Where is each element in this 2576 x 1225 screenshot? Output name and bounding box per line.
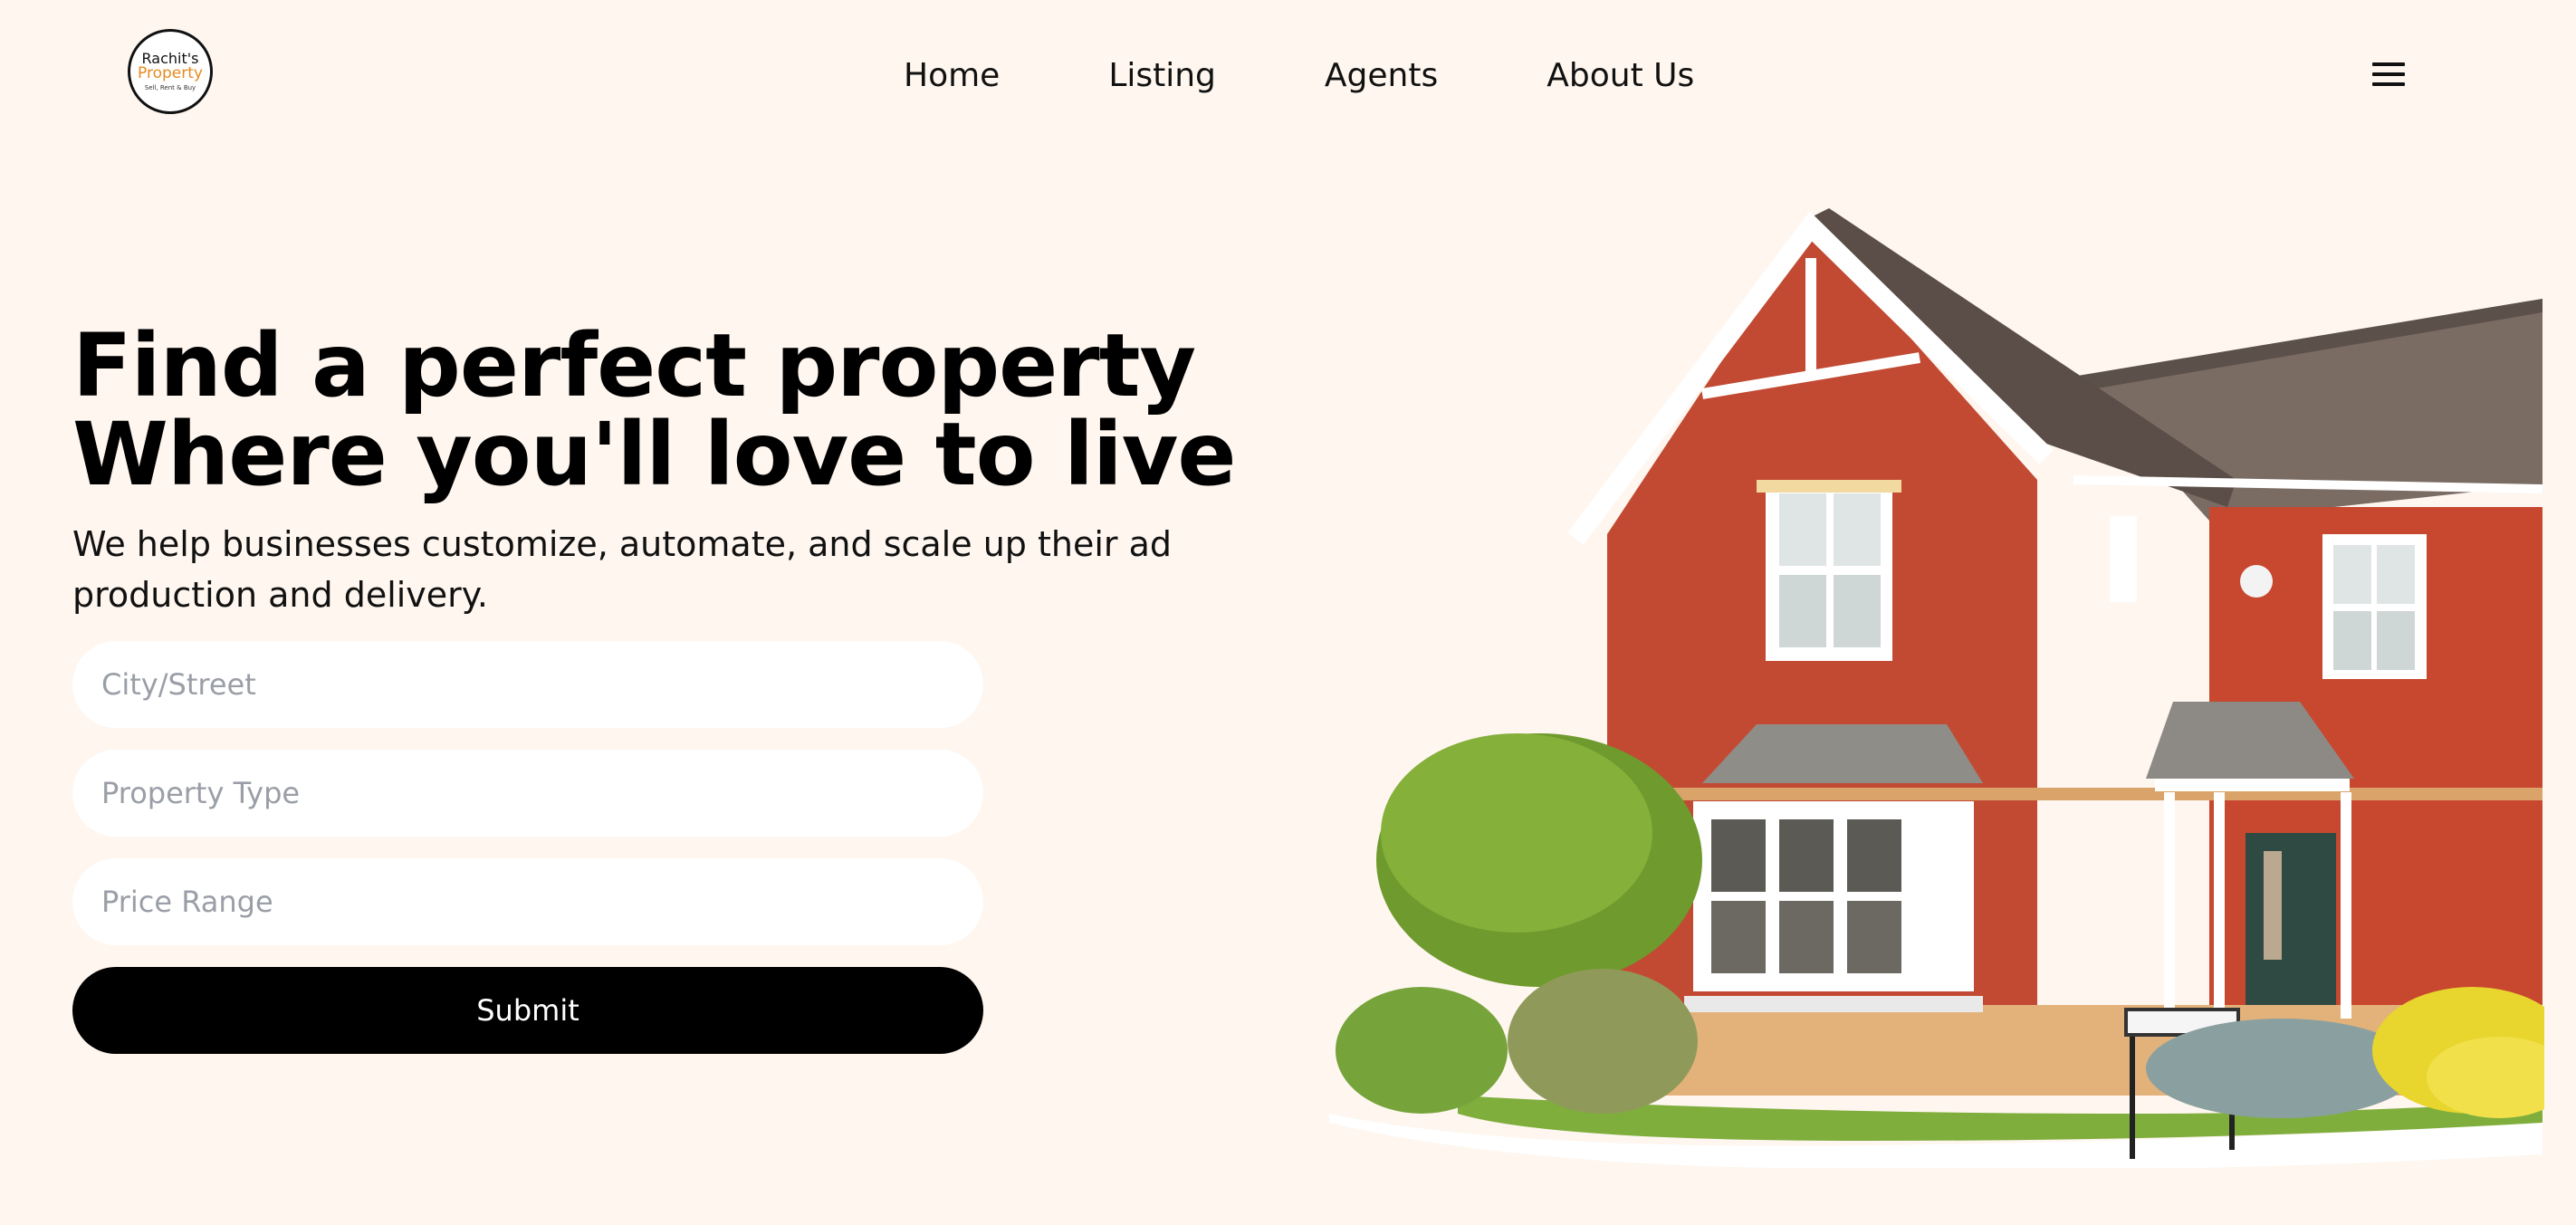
nav-agents[interactable]: Agents (1325, 53, 1438, 100)
house-image (1329, 208, 2544, 1168)
menu-bar (2372, 82, 2405, 86)
menu-bar (2372, 72, 2405, 76)
logo-brand: Property (138, 64, 203, 83)
hero-title: Find a perfect property Where you'll lov… (72, 321, 1236, 499)
hero-title-line2: Where you'll love to live (72, 404, 1236, 505)
nav-listing[interactable]: Listing (1108, 53, 1216, 100)
property-type-input[interactable] (72, 750, 983, 837)
logo-tagline: Sell, Rent & Buy (144, 84, 196, 92)
hero-title-line1: Find a perfect property (72, 315, 1196, 416)
main-nav: Home Listing Agents About Us (904, 53, 1694, 100)
submit-button[interactable]: Submit (72, 967, 983, 1054)
menu-bar (2372, 62, 2405, 66)
nav-home[interactable]: Home (904, 53, 1000, 100)
price-range-input[interactable] (72, 858, 983, 945)
hero-subtitle: We help businesses customize, automate, … (72, 524, 1173, 615)
city-street-input[interactable] (72, 641, 983, 728)
nav-about-us[interactable]: About Us (1547, 53, 1694, 100)
hamburger-menu-icon[interactable] (2372, 62, 2405, 86)
logo[interactable]: Rachit's Property Sell, Rent & Buy (128, 29, 213, 114)
